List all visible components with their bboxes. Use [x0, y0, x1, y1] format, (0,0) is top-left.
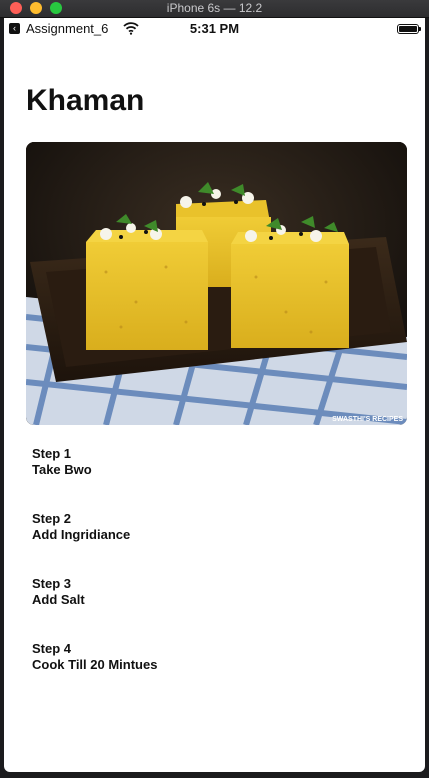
status-bar: ‹ Assignment_6 5:31 PM [4, 18, 425, 40]
window-title: iPhone 6s — 12.2 [166, 1, 263, 15]
list-item: Step 4 Cook Till 20 Mintues [32, 641, 402, 706]
watermark-text: SWASTHI'S RECIPES [332, 416, 403, 423]
recipe-image: SWASTHI'S RECIPES [26, 142, 407, 425]
list-item: Step 1 Take Bwo [32, 446, 402, 511]
step-description: Add Salt [32, 592, 85, 607]
battery-icon [397, 24, 421, 34]
page-title: Khaman [26, 84, 145, 117]
step-title: Step 3 [32, 576, 72, 591]
step-description: Add Ingridiance [32, 527, 131, 542]
list-item: Step 3 Add Salt [32, 576, 402, 641]
step-title: Step 4 [32, 641, 72, 656]
list-item: Step 2 Add Ingridiance [32, 511, 402, 576]
step-description: Cook Till 20 Mintues [32, 657, 158, 672]
steps-list: Step 1 Take Bwo Step 2 Add Ingridiance S… [32, 446, 402, 706]
status-time: 5:31 PM [189, 21, 240, 36]
window-titlebar: iPhone 6s — 12.2 [0, 0, 429, 18]
step-title: Step 1 [32, 446, 72, 461]
device-screen: ‹ Assignment_6 5:31 PM Khaman SWASTHI'S … [4, 18, 425, 772]
step-title: Step 2 [32, 511, 72, 526]
step-description: Take Bwo [32, 462, 92, 477]
